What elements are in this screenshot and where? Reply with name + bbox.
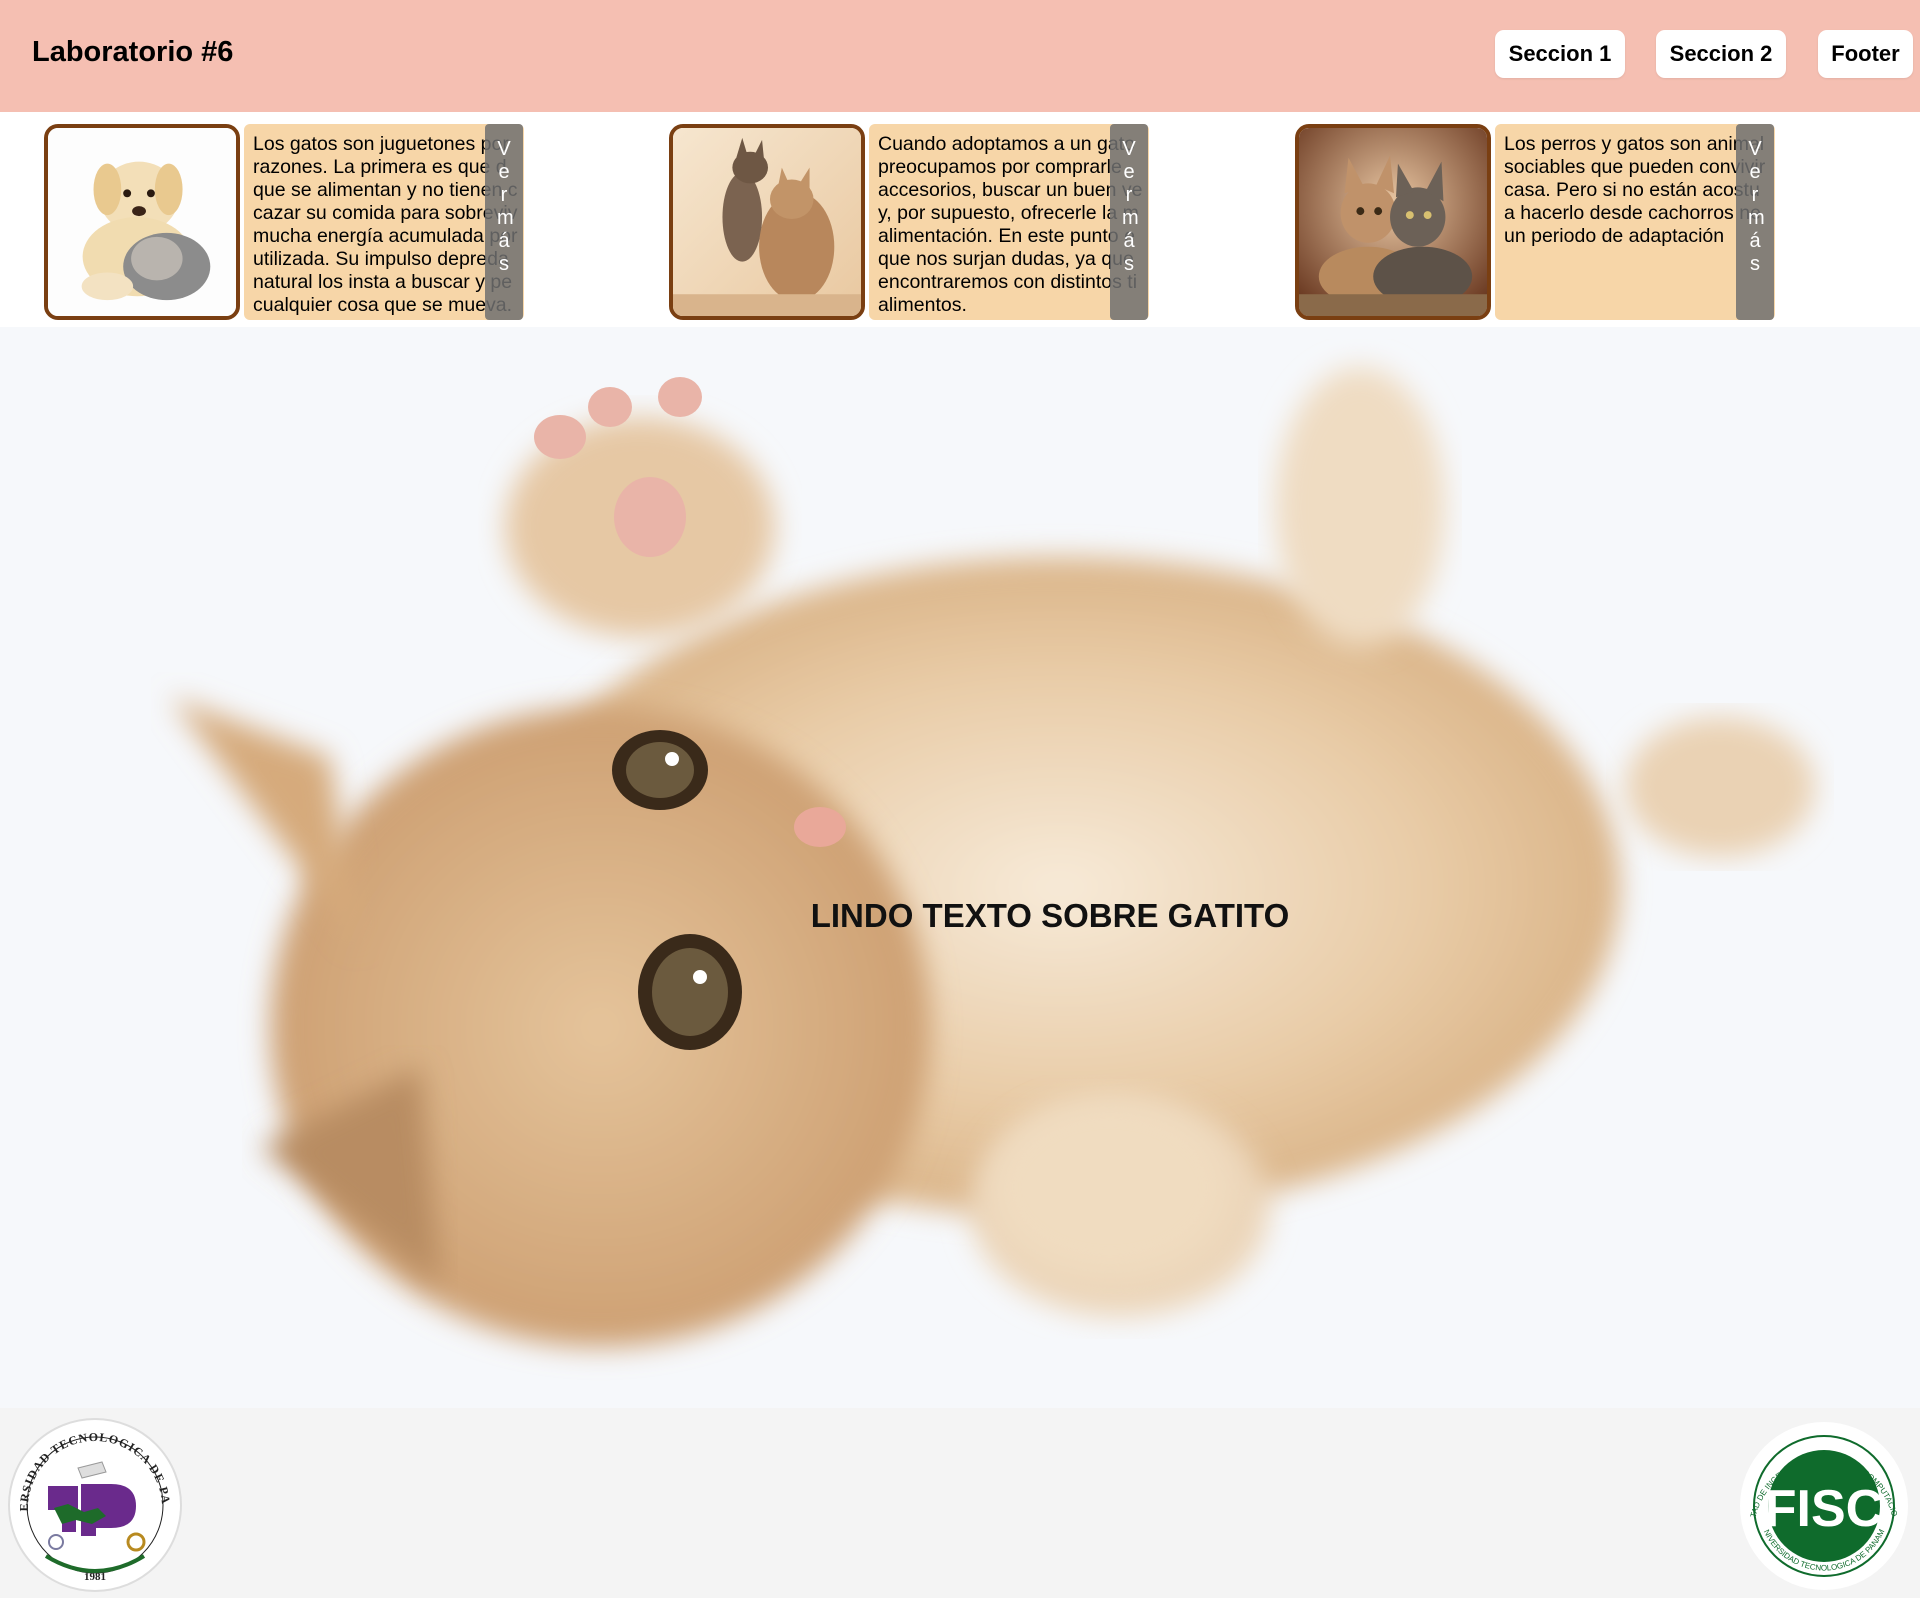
svg-text:1981: 1981 — [84, 1571, 106, 1583]
utp-university-logo: UNIVERSIDAD TECNOLOGICA DE PANAMA 1981 — [6, 1416, 182, 1592]
page-footer: UNIVERSIDAD TECNOLOGICA DE PANAMA 1981 F… — [0, 1408, 1920, 1598]
fisc-faculty-logo: FACULTAD DE INGENIERIA DE SISTEMAS COMPU… — [1738, 1420, 1908, 1590]
two-cats-lying-photo — [1295, 124, 1491, 320]
scrollbar[interactable] — [1916, 112, 1920, 1408]
nav-button-seccion-1[interactable]: Seccion 1 — [1495, 30, 1625, 78]
card-2-text: Cuando adoptamos a un gato preocupamos p… — [869, 124, 1149, 320]
page-title: Laboratorio #6 — [32, 36, 234, 68]
card-1-text: Los gatos son juguetones por razones. La… — [244, 124, 524, 320]
hero-overlay-text: LINDO TEXTO SOBRE GATITO — [810, 897, 1290, 934]
cards-row: Los gatos son juguetones por razones. La… — [0, 112, 1920, 327]
puppy-and-kitten-photo — [44, 124, 240, 320]
kitten-on-back-photo — [0, 327, 1920, 1408]
two-kittens-playing-photo — [669, 124, 865, 320]
svg-text:FISC: FISC — [1765, 1480, 1883, 1538]
nav-button-seccion-2[interactable]: Seccion 2 — [1656, 30, 1786, 78]
card-1-ver-mas-button[interactable]: Ver más — [485, 124, 523, 320]
nav-button-footer[interactable]: Footer — [1818, 30, 1913, 78]
top-header: Laboratorio #6 Seccion 1 Seccion 2 Foote… — [0, 0, 1920, 112]
hero-section: LINDO TEXTO SOBRE GATITO — [0, 327, 1920, 1408]
card-3-text: Los perros y gatos son animal sociables … — [1495, 124, 1775, 320]
card-2-ver-mas-button[interactable]: Ver más — [1110, 124, 1148, 320]
card-3-ver-mas-button[interactable]: Ver más — [1736, 124, 1774, 320]
